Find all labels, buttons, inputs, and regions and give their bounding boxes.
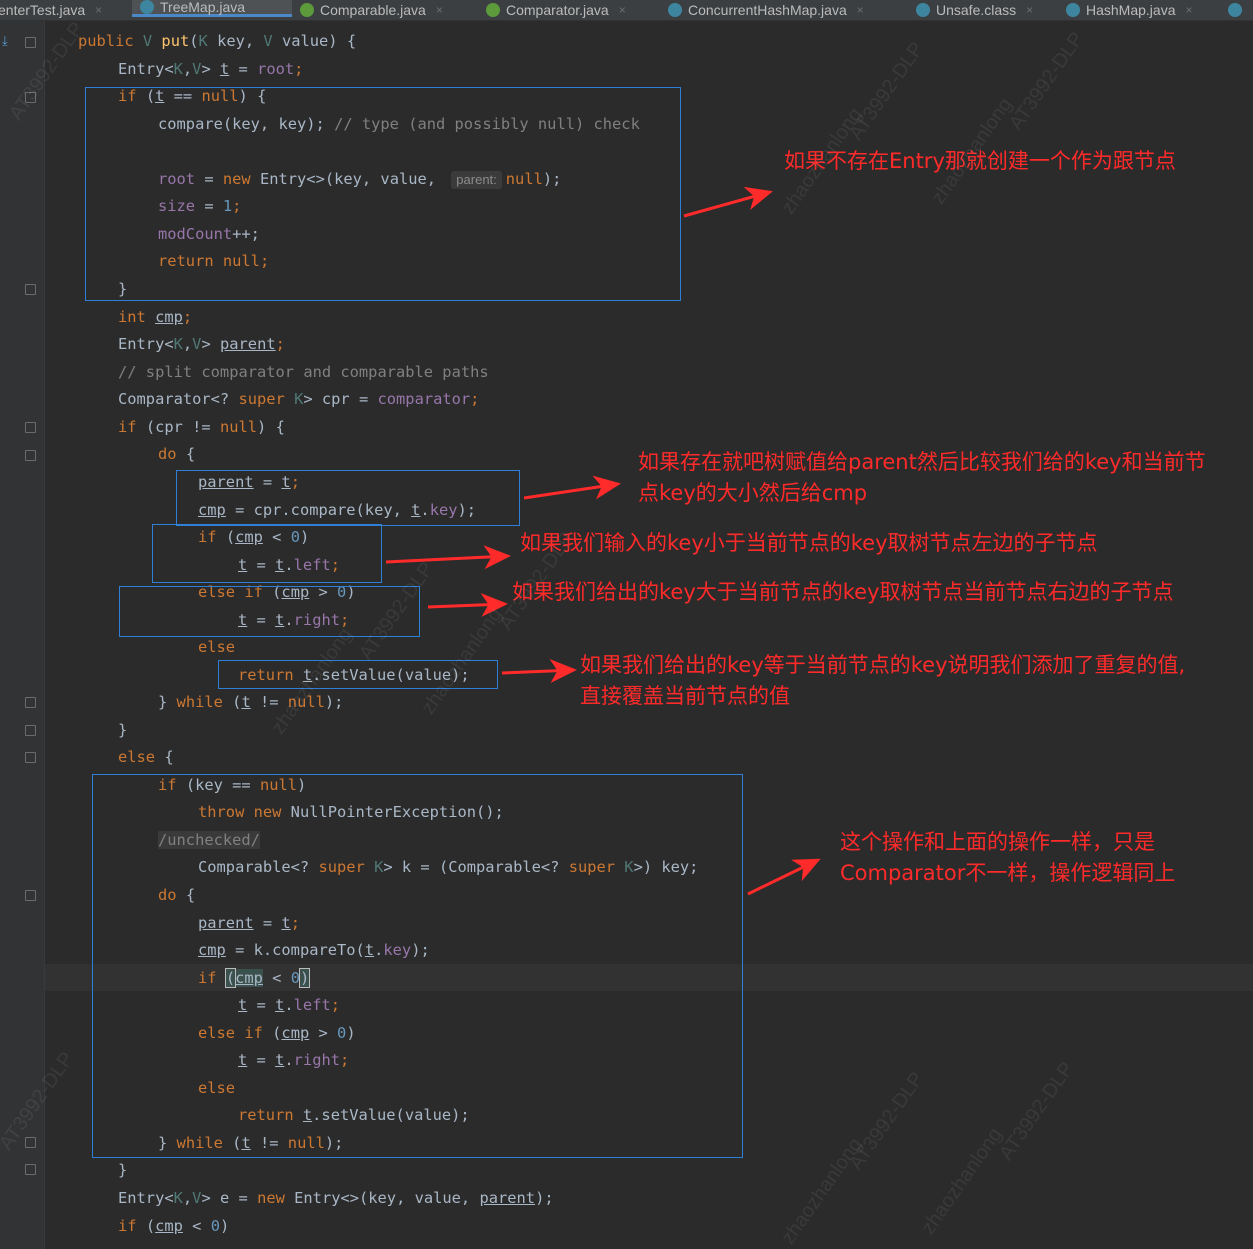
arrow-note1 <box>683 186 773 218</box>
annotation-note3: 如果我们输入的key小于当前节点的key取树节点左边的子节点 <box>520 531 1098 555</box>
annotation-note6-line1: 这个操作和上面的操作一样，只是 <box>840 830 1155 854</box>
arrow-note6 <box>747 858 821 896</box>
arrow-note2 <box>523 475 621 500</box>
annotation-note6-line2: Comparator不一样，操作逻辑同上 <box>840 861 1176 885</box>
annotation-note2-line1: 如果存在就吧树赋值给parent然后比较我们给的key和当前节 <box>638 450 1206 474</box>
arrow-note5 <box>501 659 577 683</box>
annotation-note5-line1: 如果我们给出的key等于当前节点的key说明我们添加了重复的值, <box>580 653 1186 677</box>
annotation-note5-line2: 直接覆盖当前节点的值 <box>580 684 790 708</box>
annotation-note2-line2: 点key的大小然后给cmp <box>638 481 868 505</box>
arrow-note3 <box>385 545 511 570</box>
annotation-note4: 如果我们给出的key大于当前节点的key取树节点当前节点右边的子节点 <box>512 580 1174 604</box>
